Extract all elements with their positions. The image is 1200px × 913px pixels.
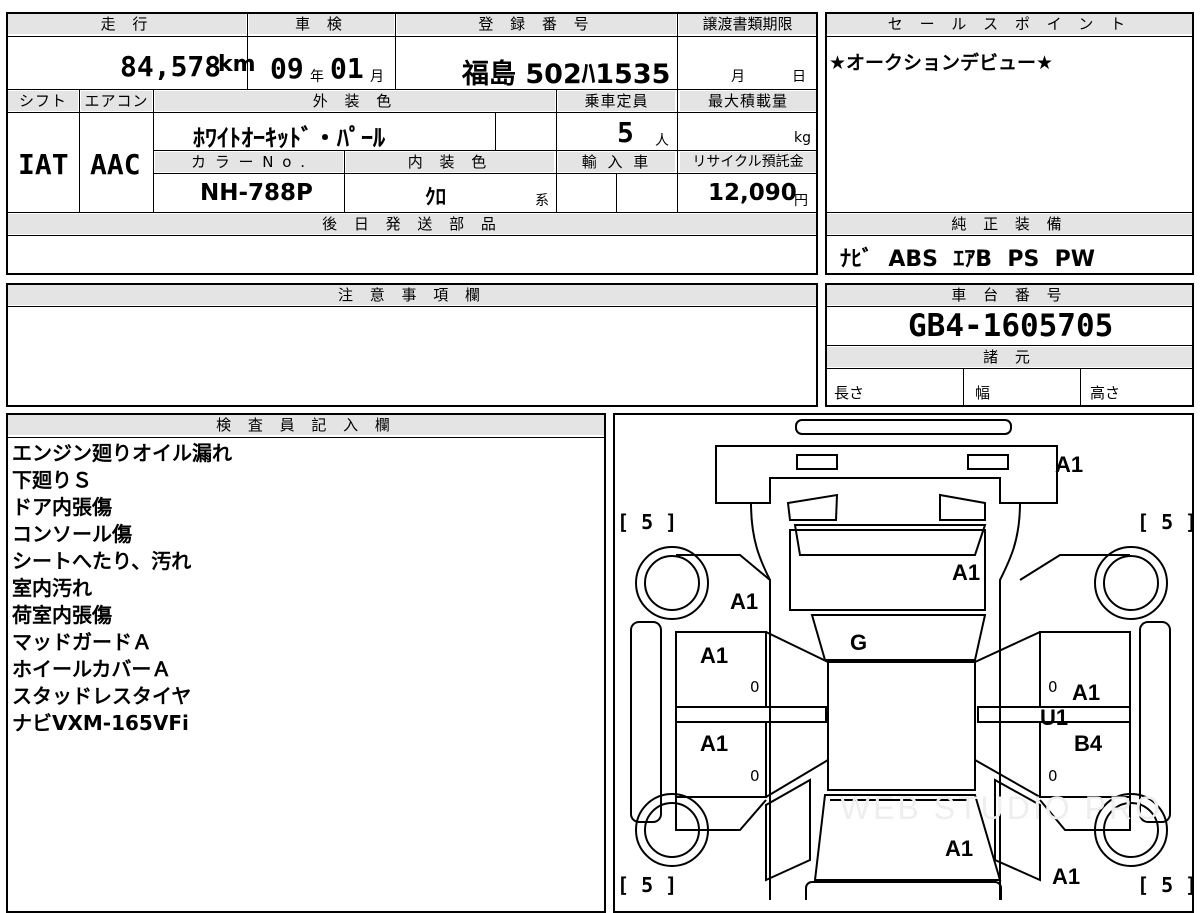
- mark-right-front-door: A1: [1072, 680, 1101, 705]
- car-diagram: [630, 419, 1171, 900]
- tire-tread-rear-right: [ 5 ]: [1137, 510, 1198, 534]
- zero-marker: 0: [1048, 678, 1058, 696]
- mark-roof: A1: [952, 560, 981, 585]
- watermark: WEB STUDIO PRO: [840, 790, 1163, 826]
- mark-front-right: A1: [1052, 864, 1081, 889]
- zero-marker: 0: [750, 767, 760, 785]
- mark-rear-top: A1: [1055, 452, 1084, 477]
- zero-marker: 0: [1048, 767, 1058, 785]
- mark-right-rocker: U1: [1040, 705, 1069, 730]
- mark-windshield: G: [850, 630, 868, 655]
- mark-right-rear-door: B4: [1074, 731, 1103, 756]
- mark-left-rear-door: A1: [700, 731, 729, 756]
- tire-tread-rear-left: [ 5 ]: [617, 510, 678, 534]
- mark-hood: A1: [945, 836, 974, 861]
- mark-left-front-fender: A1: [730, 589, 759, 614]
- zero-marker: 0: [750, 678, 760, 696]
- mark-left-front-door: A1: [700, 643, 729, 668]
- tire-tread-front-right: [ 5 ]: [1137, 873, 1198, 897]
- tire-tread-front-left: [ 5 ]: [617, 873, 678, 897]
